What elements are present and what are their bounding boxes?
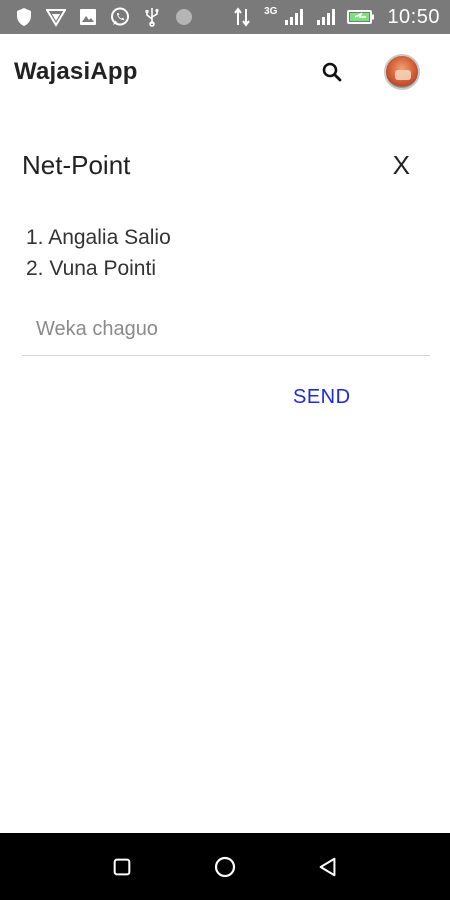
app-bar-actions [318,54,420,90]
data-arrows-icon [232,7,252,27]
status-bar: 3G 10:50 [0,0,450,34]
send-button[interactable]: SEND [293,386,351,409]
close-button[interactable]: X [393,150,422,181]
cell-signal-icon [283,7,304,27]
signal-wave-icon [46,7,66,27]
navigation-bar [0,833,450,900]
list-item: 2. Vuna Pointi [26,257,156,280]
app-bar: WajasiApp [0,34,450,110]
cell-signal-icon [315,7,336,27]
usb-icon [142,7,162,27]
choice-input-wrapper [22,304,430,356]
status-time: 10:50 [387,5,440,28]
avatar[interactable] [384,54,420,90]
recents-square-icon[interactable] [107,852,137,882]
dialog-header: Net-Point X [22,150,422,181]
status-left-icons [14,7,194,27]
battery-charging-icon [347,7,375,27]
circle-icon [174,7,194,27]
home-circle-icon[interactable] [210,852,240,882]
network-type-label: 3G [264,5,278,17]
list-item: 1. Angalia Salio [26,226,171,249]
options-list: 1. Angalia Salio 2. Vuna Pointi [26,222,171,284]
back-triangle-icon[interactable] [313,852,343,882]
dialog-title: Net-Point [22,150,131,180]
image-icon [78,7,98,27]
choice-input[interactable] [22,304,430,355]
whatsapp-icon [110,7,130,27]
shield-icon [14,7,34,27]
app-title: WajasiApp [14,58,138,85]
status-right-icons: 3G 10:50 [232,6,440,29]
search-icon[interactable] [318,58,346,86]
